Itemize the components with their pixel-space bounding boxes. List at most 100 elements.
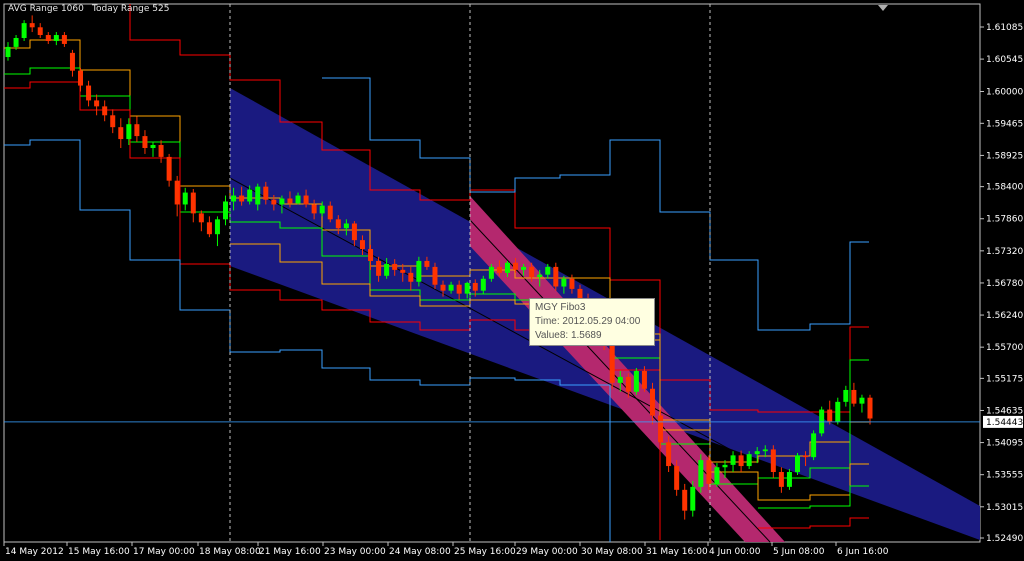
candle-body	[545, 266, 551, 275]
candle-body	[658, 415, 664, 443]
candle-body	[303, 195, 309, 205]
candle	[166, 153, 172, 187]
candle-body	[247, 189, 253, 202]
candle	[738, 450, 744, 473]
candle-body	[432, 266, 438, 285]
y-tick-label: 1.55700	[986, 343, 1023, 353]
candle	[206, 216, 212, 238]
candle-body	[166, 156, 172, 181]
candle-body	[335, 219, 341, 229]
candle	[118, 118, 124, 148]
candle	[827, 400, 833, 425]
candle-body	[174, 180, 180, 205]
candle-body	[641, 370, 647, 389]
y-tick-label: 1.54635	[986, 406, 1023, 416]
candle-body	[480, 278, 486, 291]
y-tick-label: 1.56780	[986, 279, 1023, 289]
y-tick-label: 1.58400	[986, 183, 1023, 193]
candle	[102, 100, 108, 122]
candle-body	[37, 27, 43, 36]
y-axis: 1.61085 1.60545 1.60000 1.59465 1.58925 1.584…	[980, 23, 1023, 544]
candle-body	[61, 35, 67, 44]
candle-body	[754, 451, 760, 455]
x-tick-label: 21 May 16:00	[259, 547, 321, 557]
candle-body	[811, 433, 817, 458]
candle	[633, 367, 639, 395]
candle-body	[867, 397, 873, 419]
x-tick-label: 14 May 2012	[5, 547, 64, 557]
candle	[214, 216, 220, 247]
avg-range-label: AVG Range 1060	[8, 4, 84, 14]
candle	[29, 15, 35, 33]
candle-body	[827, 409, 833, 422]
chart-shift-marker-icon[interactable]	[878, 5, 888, 11]
y-tick-label: 1.53555	[986, 471, 1023, 481]
candle-body	[561, 278, 567, 287]
candle-body	[287, 198, 293, 204]
candle-body	[569, 278, 575, 289]
candle-body	[609, 344, 615, 383]
candle-body	[279, 198, 285, 205]
candle-body	[496, 266, 502, 273]
candle	[78, 67, 84, 92]
candle-body	[376, 260, 382, 276]
candle-body	[392, 263, 398, 270]
candle-body	[488, 266, 494, 279]
candle-body	[674, 466, 680, 490]
candle	[786, 469, 792, 490]
candle	[21, 20, 27, 41]
candle-body	[126, 124, 132, 140]
chart-window[interactable]: 1.61085 1.60545 1.60000 1.59465 1.58925 1.584…	[0, 0, 1024, 561]
x-tick-label: 30 May 08:00	[581, 547, 643, 557]
y-tick-label: 1.61085	[986, 23, 1023, 33]
candle-body	[690, 486, 696, 511]
candle-body	[263, 186, 269, 200]
candle	[851, 382, 857, 407]
candle-body	[110, 115, 116, 128]
candle-body	[311, 204, 317, 214]
candle-body	[722, 464, 728, 468]
x-tick-label: 25 May 16:00	[454, 547, 516, 557]
candle-body	[448, 284, 454, 291]
candle	[5, 42, 11, 61]
candle-body	[730, 455, 736, 465]
candle-body	[102, 106, 108, 116]
candle-body	[521, 266, 527, 270]
candle	[182, 187, 188, 211]
candle-body	[714, 467, 720, 484]
x-tick-label: 31 May 16:00	[646, 547, 708, 557]
candle-body	[45, 35, 51, 41]
candle	[682, 483, 688, 520]
candle	[811, 430, 817, 461]
indicator-tooltip: MGY Fibo3 Time: 2012.05.29 04:00 Value8:…	[529, 298, 655, 346]
candle-body	[214, 219, 220, 235]
candle	[158, 140, 164, 163]
x-tick-label: 4 Jun 00:00	[709, 547, 761, 557]
candle-body	[464, 282, 470, 294]
candle-body	[255, 186, 261, 205]
regression-midline	[229, 177, 861, 521]
y-tick-label: 1.60000	[986, 88, 1023, 98]
candle	[134, 116, 140, 143]
x-tick-label: 23 May 00:00	[324, 547, 386, 557]
candle-body	[21, 23, 27, 38]
candle	[198, 210, 204, 232]
candle	[86, 80, 92, 107]
x-tick-label: 17 May 00:00	[133, 547, 195, 557]
price-chart[interactable]: 1.61085 1.60545 1.60000 1.59465 1.58925 1.584…	[0, 0, 1024, 561]
candle	[843, 385, 849, 407]
candle	[867, 394, 873, 425]
candle-body	[158, 145, 164, 157]
candle-body	[408, 272, 414, 282]
candle-body	[649, 388, 655, 416]
envelope-lowest-red	[758, 517, 869, 529]
y-tick-label: 1.60545	[986, 55, 1023, 65]
candle-body	[319, 205, 325, 214]
today-range-label: Today Range 525	[92, 4, 170, 14]
x-tick-label: 18 May 08:00	[199, 547, 261, 557]
candle-body	[198, 213, 204, 223]
candle-body	[706, 460, 712, 484]
x-tick-label: 29 May 00:00	[516, 547, 578, 557]
candle-body	[223, 201, 229, 220]
candle-body	[738, 455, 744, 467]
